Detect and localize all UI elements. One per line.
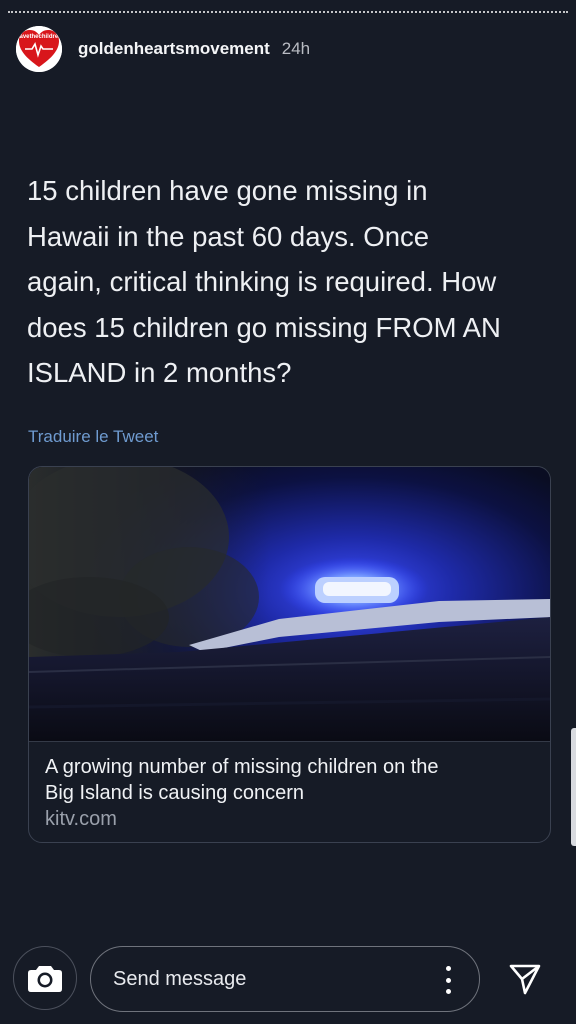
link-preview-body: A growing number of missing children on … (29, 741, 550, 842)
tweet-text: 15 children have gone missing in Hawaii … (27, 168, 557, 396)
tweet-text-line: Hawaii in the past 60 days. Once (27, 220, 430, 252)
send-message-input[interactable]: Send message (90, 946, 480, 1012)
camera-button[interactable] (13, 946, 77, 1010)
link-preview-domain: kitv.com (45, 808, 117, 830)
link-preview-card[interactable]: A growing number of missing children on … (28, 466, 551, 843)
tweet-text-line: again, critical thinking is required. Ho… (27, 266, 497, 297)
story-header: savethechildren goldenheartsmovement 24h (16, 26, 310, 72)
avatar[interactable]: savethechildren (16, 26, 62, 72)
edge-handle (571, 728, 576, 846)
story-progress-bar (8, 11, 568, 13)
tweet-text-line: does 15 children go missing FROM AN (27, 311, 501, 343)
camera-icon (28, 966, 62, 992)
translate-tweet-link[interactable]: Traduire le Tweet (28, 427, 158, 447)
send-message-placeholder: Send message (113, 967, 247, 990)
story-username[interactable]: goldenheartsmovement (78, 39, 270, 59)
link-preview-title: A growing number of missing children on … (45, 756, 439, 778)
tweet-text-line: ISLAND in 2 months? (27, 357, 292, 388)
avatar-logo-text: savethechildren (16, 34, 62, 40)
more-vertical-icon[interactable] (445, 966, 451, 994)
tweet-text-line: 15 children have gone missing in (27, 175, 428, 206)
story-timestamp: 24h (281, 39, 311, 58)
link-preview-title-line2: Big Island is causing concern (45, 782, 305, 804)
heart-logo-icon (16, 26, 62, 72)
reply-bar: Send message (0, 946, 576, 1012)
link-preview-image (29, 467, 550, 741)
send-icon[interactable] (508, 962, 542, 996)
